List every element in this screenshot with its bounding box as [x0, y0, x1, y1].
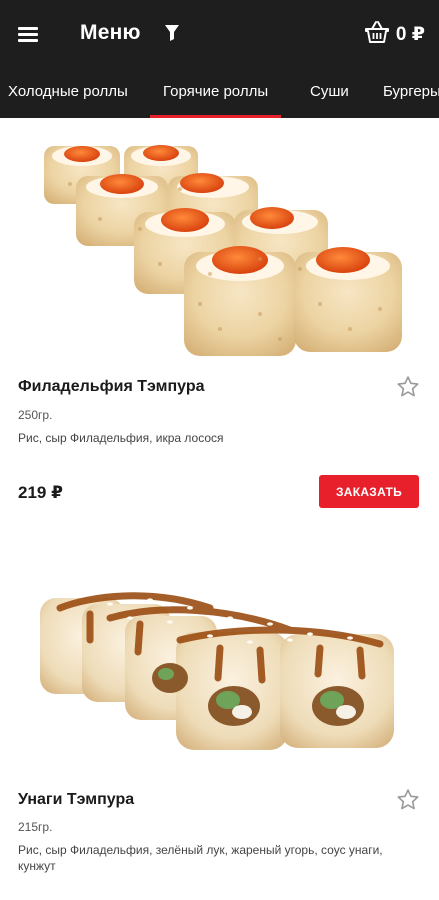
product-card[interactable]: Филадельфия Тэмпура 250гр. Рис, сыр Фила… [0, 118, 439, 538]
cart-button[interactable]: 0 ₽ [364, 19, 425, 49]
product-price: 219 ₽ [18, 483, 63, 502]
product-name: Унаги Тэмпура [18, 791, 135, 808]
product-name: Филадельфия Тэмпура [18, 378, 205, 395]
page-title: Меню [80, 21, 141, 44]
product-description: Рис, сыр Филадельфия, икра лосося [18, 431, 224, 445]
tab-hot-rolls[interactable]: Горячие роллы [150, 68, 282, 118]
cart-total: 0 ₽ [395, 23, 425, 45]
tab-sushi[interactable]: Суши [310, 68, 349, 118]
hamburger-menu-icon[interactable] [14, 20, 42, 48]
app-bar: Меню 0 ₽ [0, 0, 439, 68]
product-image [30, 134, 410, 364]
tab-burgers[interactable]: Бургеры [383, 68, 439, 118]
filter-funnel-icon[interactable] [160, 20, 184, 46]
product-weight: 250гр. [18, 408, 53, 422]
product-weight: 215гр. [18, 820, 53, 834]
product-description: Рис, сыр Филадельфия, зелёный лук, жарен… [18, 843, 383, 873]
product-image [30, 578, 410, 768]
shopping-basket-icon [364, 20, 390, 49]
category-tabs: Холодные роллы Горячие роллы Суши Бургер… [0, 68, 439, 118]
star-outline-icon[interactable] [395, 374, 421, 400]
order-button[interactable]: ЗАКАЗАТЬ [319, 475, 419, 508]
star-outline-icon[interactable] [395, 787, 421, 813]
tab-cold-rolls[interactable]: Холодные роллы [8, 68, 128, 118]
product-card[interactable]: Унаги Тэмпура 215гр. Рис, сыр Филадельфи… [0, 560, 439, 900]
